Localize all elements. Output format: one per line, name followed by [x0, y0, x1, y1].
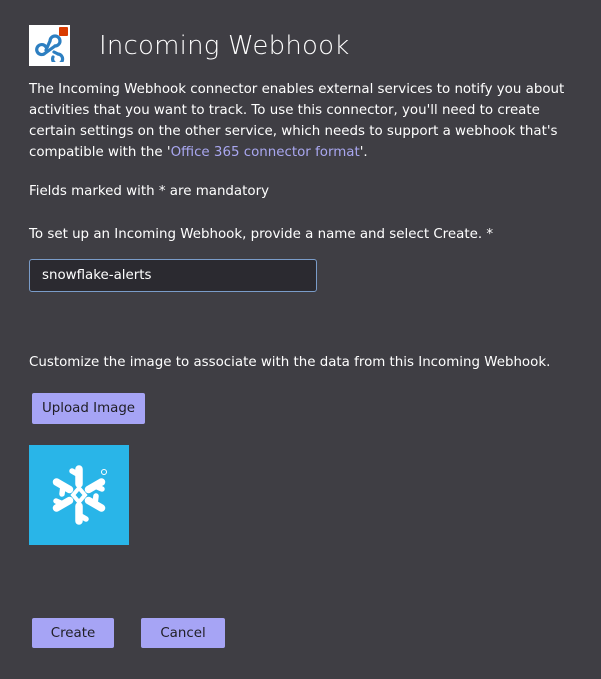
header: Incoming Webhook [29, 25, 349, 66]
create-button[interactable]: Create [32, 618, 114, 648]
name-field-label: To set up an Incoming Webhook, provide a… [29, 227, 494, 242]
description-text-end: '. [359, 145, 368, 160]
upload-image-button[interactable]: Upload Image [32, 393, 145, 424]
mandatory-note: Fields marked with * are mandatory [29, 184, 270, 199]
connector-description: The Incoming Webhook connector enables e… [29, 79, 574, 163]
office-365-connector-format-link[interactable]: Office 365 connector format [171, 145, 360, 160]
customize-image-label: Customize the image to associate with th… [29, 355, 551, 370]
webhook-name-input[interactable] [29, 259, 317, 292]
snowflake-logo [29, 445, 129, 545]
office-badge-icon [59, 27, 68, 36]
webhook-icon [29, 25, 70, 66]
page-title: Incoming Webhook [99, 30, 350, 61]
cancel-button[interactable]: Cancel [141, 618, 225, 648]
